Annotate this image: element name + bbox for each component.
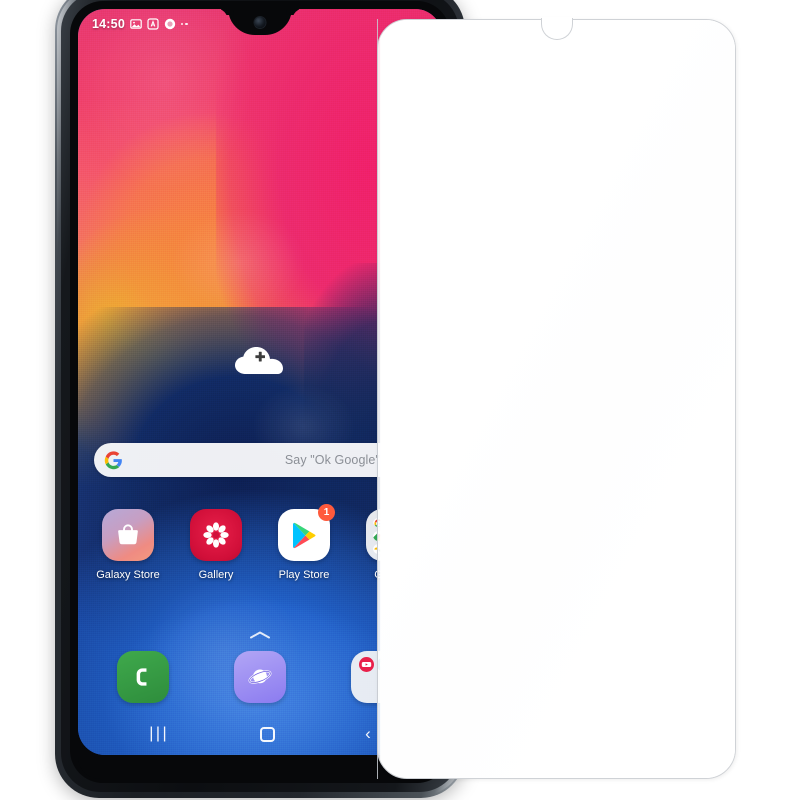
front-camera-icon [254, 17, 266, 28]
recents-button[interactable]: ||| [149, 725, 169, 743]
protector-sheen [378, 20, 735, 778]
protector-notch-mask [541, 17, 572, 20]
app-label: Gallery [198, 569, 234, 581]
protector-fill [378, 20, 735, 778]
app-galaxy-store[interactable]: Galaxy Store [84, 509, 172, 581]
samsung-internet-app[interactable] [233, 651, 286, 703]
app-icon [147, 18, 159, 30]
status-clock: 14:50 [92, 17, 125, 31]
phone-app[interactable] [116, 651, 169, 703]
back-button[interactable]: ‹ [365, 724, 371, 744]
protector-notch-cutout [540, 18, 573, 40]
product-photo-canvas: 14:50 Say "Ok Google" Galaxy Store Galle… [0, 0, 800, 800]
image-icon [130, 18, 142, 30]
tempered-glass-screen-protector[interactable] [377, 17, 736, 779]
app-play-store[interactable]: 1 Play Store [260, 504, 348, 581]
home-button[interactable] [259, 726, 275, 742]
youtube-mini-icon [359, 657, 375, 672]
add-weather-widget[interactable] [233, 341, 287, 377]
app-drawer-handle[interactable] [248, 627, 272, 639]
badge-count: 1 [318, 504, 335, 521]
circle-notification-icon [164, 18, 176, 30]
play-store-icon[interactable]: 1 [278, 504, 335, 561]
gallery-icon[interactable] [190, 509, 242, 561]
app-label: Play Store [278, 569, 330, 581]
google-g-icon [104, 450, 123, 470]
galaxy-store-icon[interactable] [102, 509, 154, 561]
more-dots-icon [180, 22, 188, 26]
app-gallery[interactable]: Gallery [172, 509, 260, 581]
status-bar-left: 14:50 [92, 17, 188, 31]
app-label: Galaxy Store [96, 569, 160, 581]
search-placeholder-text: Say "Ok Google" [284, 453, 380, 467]
protector-left-edge [377, 19, 379, 779]
